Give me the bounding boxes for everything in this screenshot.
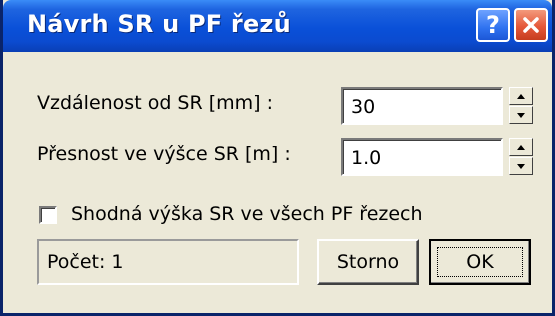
distance-field[interactable] [341, 87, 503, 125]
precision-up-button[interactable] [509, 138, 533, 156]
precision-field[interactable] [341, 138, 503, 176]
distance-up-button[interactable] [509, 87, 533, 105]
close-button[interactable] [514, 8, 548, 42]
cancel-button[interactable]: Storno [317, 239, 419, 285]
arrow-up-icon [517, 144, 525, 150]
count-status-box: Počet: 1 [37, 239, 299, 285]
close-icon [523, 17, 539, 33]
precision-spinner[interactable] [509, 138, 533, 176]
distance-input[interactable] [351, 95, 491, 119]
same-height-checkbox[interactable] [39, 206, 57, 224]
focus-rectangle [437, 247, 523, 277]
distance-down-button[interactable] [509, 106, 533, 124]
precision-label: Přesnost ve výšce SR [m] : [37, 143, 291, 165]
arrow-down-icon [517, 112, 525, 118]
arrow-down-icon [517, 163, 525, 169]
dialog-title: Návrh SR u PF řezů [27, 10, 291, 38]
help-button[interactable]: ? [476, 8, 510, 42]
dialog-window: Návrh SR u PF řezů ? Vzdálenost od SR [m… [0, 0, 555, 316]
precision-input[interactable] [351, 146, 491, 170]
count-status-text: Počet: 1 [47, 251, 124, 273]
distance-spinner[interactable] [509, 87, 533, 125]
same-height-label[interactable]: Shodná výška SR ve všech PF řezech [71, 203, 423, 225]
distance-label: Vzdálenost od SR [mm] : [37, 92, 274, 114]
arrow-up-icon [517, 93, 525, 99]
help-icon: ? [486, 11, 500, 39]
title-bar[interactable]: Návrh SR u PF řezů ? [3, 0, 552, 52]
cancel-button-label: Storno [336, 251, 400, 273]
precision-down-button[interactable] [509, 157, 533, 175]
ok-button[interactable]: OK [429, 239, 531, 285]
